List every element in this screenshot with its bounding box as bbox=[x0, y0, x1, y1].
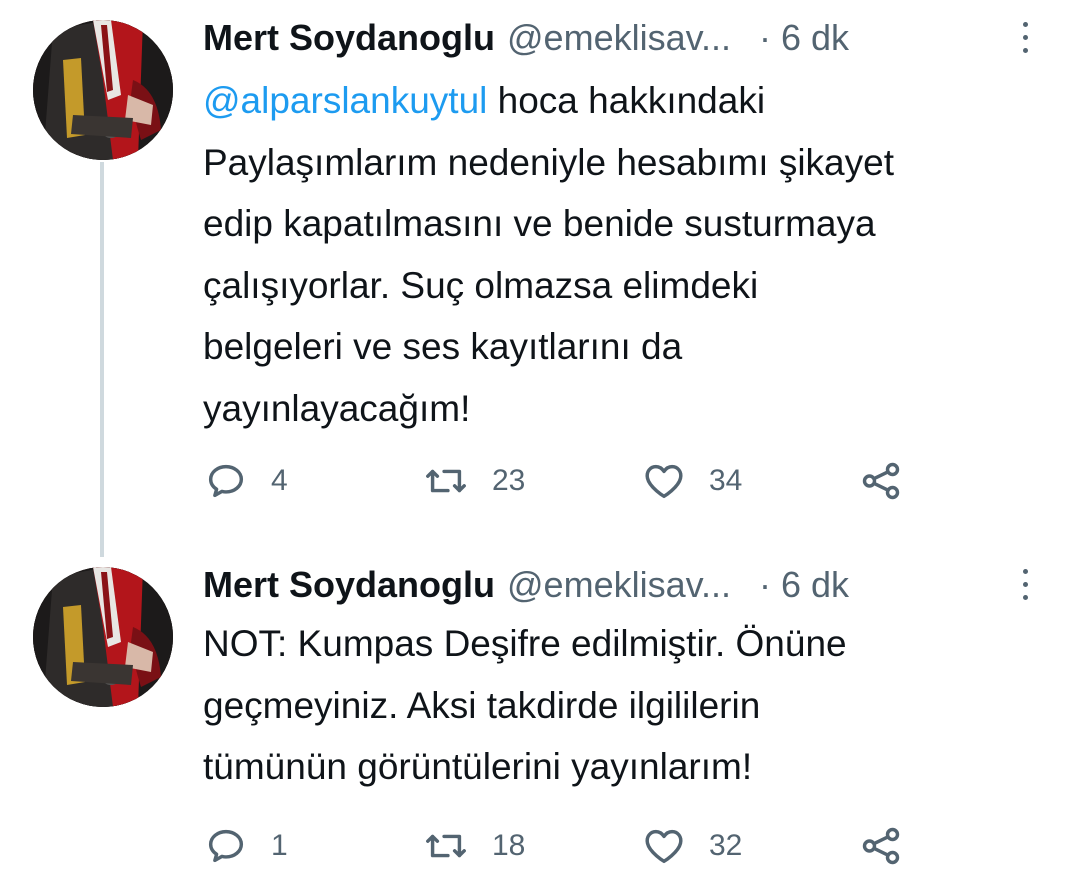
tweet-line: edip kapatılmasını ve benide susturmaya bbox=[203, 203, 876, 244]
like-count: 32 bbox=[709, 829, 743, 862]
tweet-text: NOT: Kumpas Deşifre edilmiştir. Önüne ge… bbox=[203, 613, 1053, 798]
retweet-icon bbox=[426, 469, 466, 493]
tweet-header: Mert Soydanoglu @emeklisav... · 6 dk bbox=[203, 12, 1043, 64]
share-icon bbox=[862, 462, 900, 500]
reply-button[interactable]: 1 bbox=[203, 821, 288, 871]
reply-button[interactable]: 4 bbox=[203, 456, 288, 506]
more-vertical-icon[interactable] bbox=[1019, 563, 1031, 607]
avatar[interactable] bbox=[33, 20, 173, 160]
retweet-button[interactable]: 18 bbox=[422, 821, 525, 871]
timestamp[interactable]: 6 dk bbox=[781, 17, 849, 58]
tweet-line: NOT: Kumpas Deşifre edilmiştir. Önüne bbox=[203, 623, 847, 664]
like-count: 34 bbox=[709, 464, 743, 497]
tweet-line: çalışıyorlar. Suç olmazsa elimdeki bbox=[203, 264, 759, 306]
tweet-header: Mert Soydanoglu @emeklisav... · 6 dk bbox=[203, 559, 1043, 611]
user-handle[interactable]: @emeklisav... bbox=[507, 564, 731, 605]
tweet-line: @alparslankuytul hoca hakkındaki bbox=[203, 70, 1053, 132]
thread-connector-line bbox=[100, 162, 104, 557]
heart-icon bbox=[645, 464, 683, 499]
more-vertical-icon[interactable] bbox=[1019, 16, 1031, 60]
retweet-button[interactable]: 23 bbox=[422, 456, 525, 506]
retweet-count: 18 bbox=[492, 829, 526, 862]
like-button[interactable]: 32 bbox=[641, 821, 742, 871]
tweet-line: belgeleri ve ses kayıtlarını da bbox=[203, 326, 683, 367]
tweet-actions: 4 23 34 bbox=[203, 456, 923, 506]
user-handle[interactable]: @emeklisav... bbox=[507, 17, 731, 58]
heart-icon bbox=[645, 829, 683, 864]
retweet-icon bbox=[426, 834, 466, 858]
avatar-image bbox=[33, 20, 173, 160]
mention-link[interactable]: @alparslankuytul bbox=[203, 80, 487, 121]
tweet-line: tümünün görüntülerini yayınlarım! bbox=[203, 746, 753, 787]
tweet-actions: 1 18 32 bbox=[203, 821, 923, 871]
tweet-line: geçmeyiniz. Aksi takdirde ilgililerin bbox=[203, 684, 761, 726]
tweet[interactable]: Mert Soydanoglu @emeklisav... · 6 dk @alpar… bbox=[0, 0, 1069, 557]
share-icon bbox=[862, 827, 900, 865]
share-button[interactable] bbox=[858, 456, 904, 506]
tweet-line: yayınlayacağım! bbox=[203, 387, 471, 429]
avatar[interactable] bbox=[33, 567, 173, 707]
avatar-image bbox=[33, 567, 173, 707]
display-name[interactable]: Mert Soydanoglu bbox=[203, 17, 495, 58]
reply-icon bbox=[208, 464, 244, 498]
tweet[interactable]: Mert Soydanoglu @emeklisav... · 6 dk NOT: K… bbox=[0, 545, 1069, 893]
reply-count: 1 bbox=[271, 829, 288, 862]
display-name[interactable]: Mert Soydanoglu bbox=[203, 564, 495, 605]
reply-count: 4 bbox=[271, 464, 288, 497]
like-button[interactable]: 34 bbox=[641, 456, 742, 506]
separator-dot: · bbox=[758, 564, 771, 605]
tweet-line-text: hoca hakkındaki bbox=[487, 80, 766, 121]
retweet-count: 23 bbox=[492, 464, 526, 497]
tweet-text: @alparslankuytul hoca hakkındaki Paylaşı… bbox=[203, 70, 1053, 439]
tweet-line: Paylaşımlarım nedeniyle hesabımı şikayet bbox=[203, 141, 894, 183]
reply-icon bbox=[208, 829, 244, 863]
timestamp[interactable]: 6 dk bbox=[781, 564, 849, 605]
separator-dot: · bbox=[758, 17, 771, 58]
share-button[interactable] bbox=[858, 821, 904, 871]
